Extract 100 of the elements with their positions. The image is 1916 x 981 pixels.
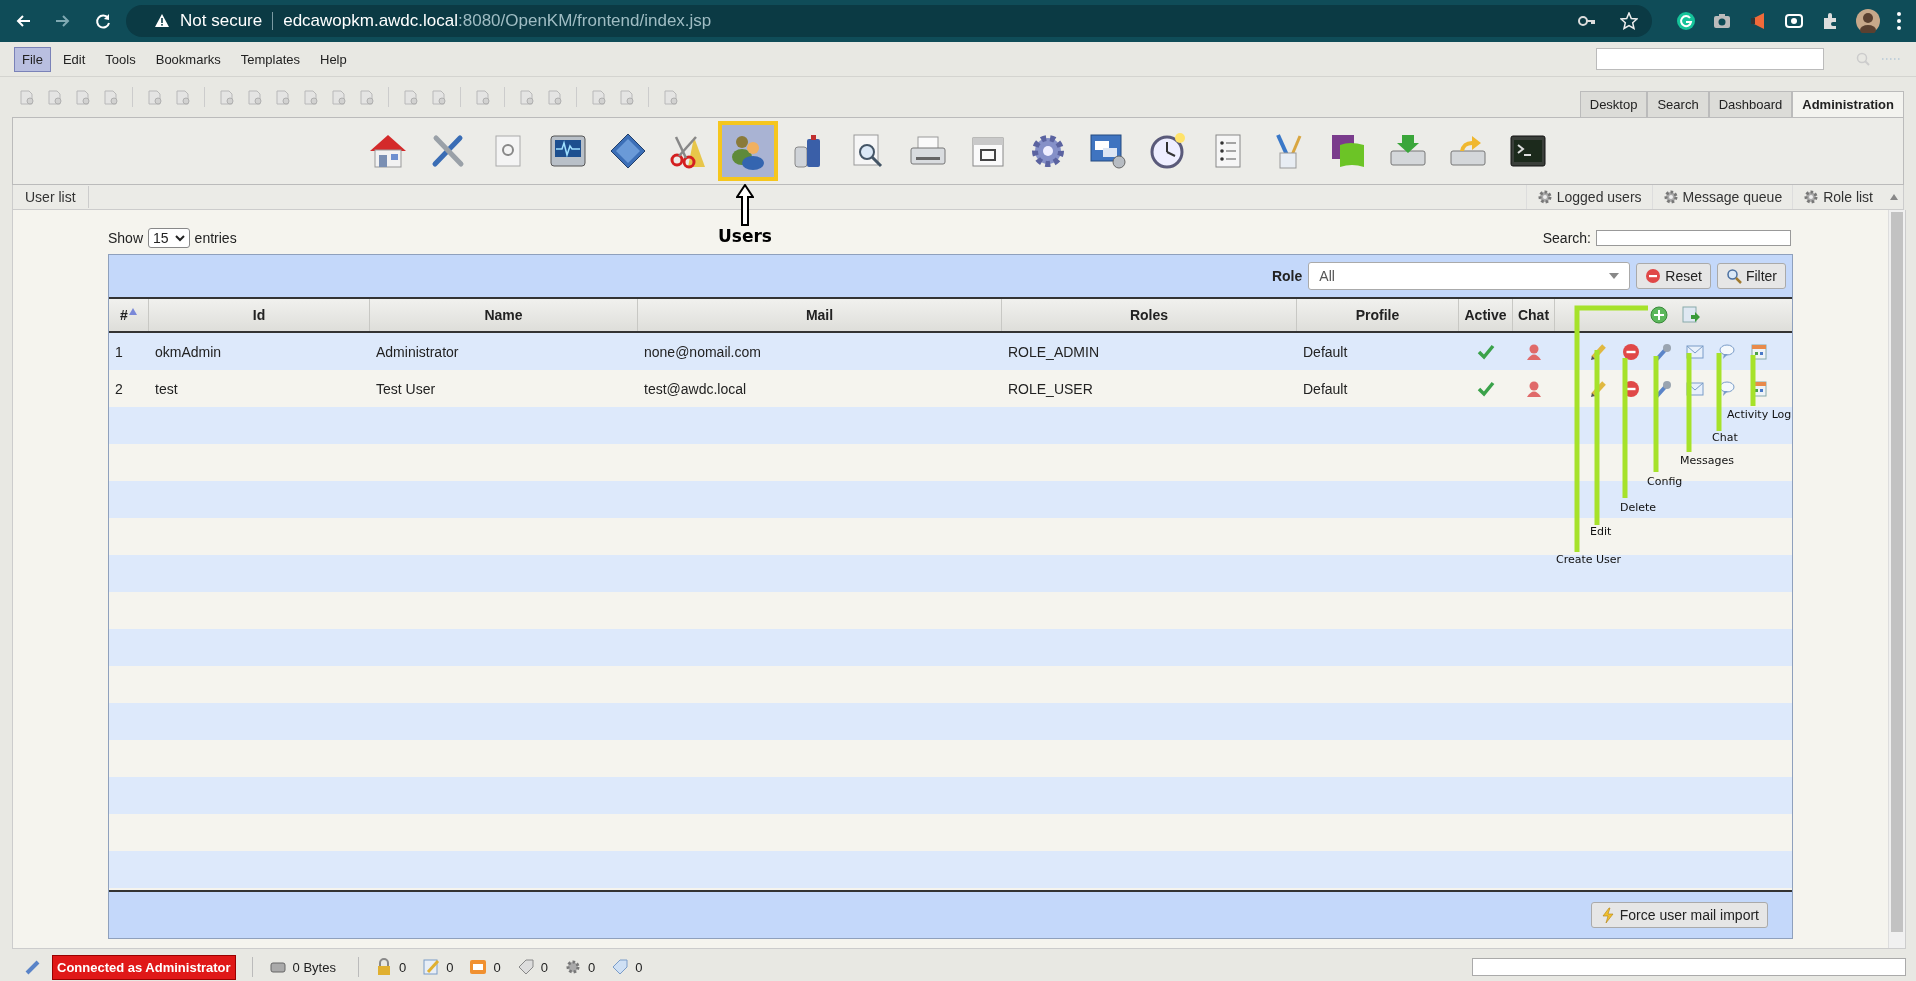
dropdown-icon xyxy=(1609,273,1620,279)
status-field[interactable] xyxy=(1472,958,1906,976)
column-header[interactable]: Chat xyxy=(1513,299,1555,331)
document-icon[interactable] xyxy=(546,88,563,106)
document-icon[interactable] xyxy=(518,88,535,106)
column-header[interactable]: # xyxy=(109,299,149,331)
windows-icon xyxy=(1088,131,1128,171)
document-icon[interactable] xyxy=(662,88,679,106)
screen-icon[interactable] xyxy=(1784,11,1804,31)
callout-arrow xyxy=(736,184,754,226)
star-icon[interactable] xyxy=(1620,12,1638,30)
warning-icon xyxy=(154,13,170,29)
table-cell-text: test xyxy=(154,380,179,397)
link-tab[interactable]: Message queue xyxy=(1651,185,1793,209)
document-icon[interactable] xyxy=(430,88,447,106)
reload-icon[interactable] xyxy=(94,12,112,30)
annotation-label: Messages xyxy=(1680,454,1734,467)
document-icon[interactable] xyxy=(46,88,63,106)
link-tab[interactable]: Logged users xyxy=(1525,185,1652,209)
column-header[interactable]: Name xyxy=(370,299,638,331)
tab[interactable]: Administration xyxy=(1792,91,1904,117)
extension-icon[interactable] xyxy=(1676,11,1696,31)
security-label: Not secure xyxy=(180,11,263,31)
gear-icon xyxy=(1803,189,1820,205)
document-icon[interactable] xyxy=(274,88,291,106)
document-icon[interactable] xyxy=(618,88,635,106)
gear-icon xyxy=(1662,189,1679,205)
gear-icon xyxy=(1536,189,1553,205)
callout-label: Users xyxy=(718,226,772,246)
leader-line xyxy=(1750,355,1756,406)
document-icon[interactable] xyxy=(474,88,491,106)
menu-item[interactable]: Help xyxy=(312,46,355,72)
camera-icon[interactable] xyxy=(1712,11,1732,31)
annotation-label: Delete xyxy=(1620,501,1657,514)
column-header[interactable]: Roles xyxy=(1002,299,1297,331)
pencil-icon[interactable] xyxy=(1590,342,1608,361)
search-field[interactable] xyxy=(1596,48,1824,70)
table-cell-text: Default xyxy=(1302,343,1349,360)
annotation-label: Config xyxy=(1647,475,1683,488)
role-select[interactable]: All xyxy=(1308,262,1631,290)
document-icon[interactable] xyxy=(218,88,235,106)
document-icon[interactable] xyxy=(246,88,263,106)
annotation-label: Edit xyxy=(1590,525,1612,538)
page-size-select[interactable]: 15 xyxy=(148,228,190,248)
table-cell-text: Test User xyxy=(375,380,437,397)
column-header[interactable]: Active xyxy=(1459,299,1513,331)
column-header[interactable]: Id xyxy=(149,299,370,331)
menu-item[interactable]: Bookmarks xyxy=(147,46,229,72)
table-cell-text: test@awdc.local xyxy=(643,380,748,397)
more-icon[interactable] xyxy=(1896,11,1902,31)
link-tab[interactable]: Role list xyxy=(1792,185,1883,209)
table-cell-text: ROLE_ADMIN xyxy=(1007,343,1101,360)
document-icon[interactable] xyxy=(74,88,91,106)
tag-icon xyxy=(516,958,535,976)
annotation-label: Activity Log xyxy=(1727,408,1792,421)
scroll-up-icon[interactable] xyxy=(1889,193,1899,201)
scrollbar[interactable] xyxy=(1888,210,1905,948)
pencil-icon[interactable] xyxy=(1590,379,1608,398)
column-header[interactable]: Profile xyxy=(1297,299,1459,331)
menu-item[interactable]: Edit xyxy=(54,46,94,72)
document-icon[interactable] xyxy=(402,88,419,106)
counter: 0 xyxy=(398,959,407,975)
search-field[interactable] xyxy=(1596,230,1791,246)
column-header[interactable]: Mail xyxy=(638,299,1002,331)
menu-item[interactable]: Templates xyxy=(232,46,308,72)
counter: 0 xyxy=(587,959,596,975)
clock-icon xyxy=(1148,131,1188,171)
add-icon[interactable] xyxy=(1650,306,1668,324)
counter: 0 xyxy=(540,959,548,975)
document-icon[interactable] xyxy=(146,88,163,106)
import-button[interactable]: Force user mail import xyxy=(1590,902,1768,928)
url-text: edcawopkm.awdc.local:8080/OpenKM/frontend/index.jsp xyxy=(283,11,712,31)
document-icon[interactable] xyxy=(174,88,191,106)
tag-icon xyxy=(611,958,630,976)
menu-item[interactable]: File xyxy=(14,46,51,72)
breadcrumb-tab[interactable]: User list xyxy=(13,186,89,208)
counter: 0 xyxy=(493,959,501,975)
diamond-icon xyxy=(608,131,648,171)
document-icon[interactable] xyxy=(18,88,35,106)
document-icon[interactable] xyxy=(358,88,375,106)
tab[interactable]: Desktop xyxy=(1579,91,1648,117)
search-label: Search: xyxy=(1542,230,1591,246)
reset-button[interactable]: Reset xyxy=(1636,263,1711,289)
counter: 0 xyxy=(446,959,454,975)
filter-button[interactable]: Filter xyxy=(1716,263,1786,289)
document-icon[interactable] xyxy=(590,88,607,106)
person-icon[interactable] xyxy=(1525,379,1543,398)
document-icon[interactable] xyxy=(330,88,347,106)
tab[interactable]: Search xyxy=(1647,91,1709,117)
speech-bubble-icon[interactable] xyxy=(1718,342,1736,361)
document-icon[interactable] xyxy=(302,88,319,106)
person-icon[interactable] xyxy=(1525,342,1543,361)
export-icon[interactable] xyxy=(1682,306,1700,324)
tab[interactable]: Dashboard xyxy=(1708,91,1793,117)
document-icon[interactable] xyxy=(102,88,119,106)
wrench-icon[interactable] xyxy=(1654,342,1672,361)
menu-item[interactable]: Tools xyxy=(97,46,144,72)
avatar-icon[interactable] xyxy=(1856,9,1880,33)
address-bar[interactable]: Not secure edcawopkm.awdc.local:8080/OpenKM/frontend/index.jsp xyxy=(126,5,1652,37)
delete-icon[interactable] xyxy=(1622,342,1640,361)
